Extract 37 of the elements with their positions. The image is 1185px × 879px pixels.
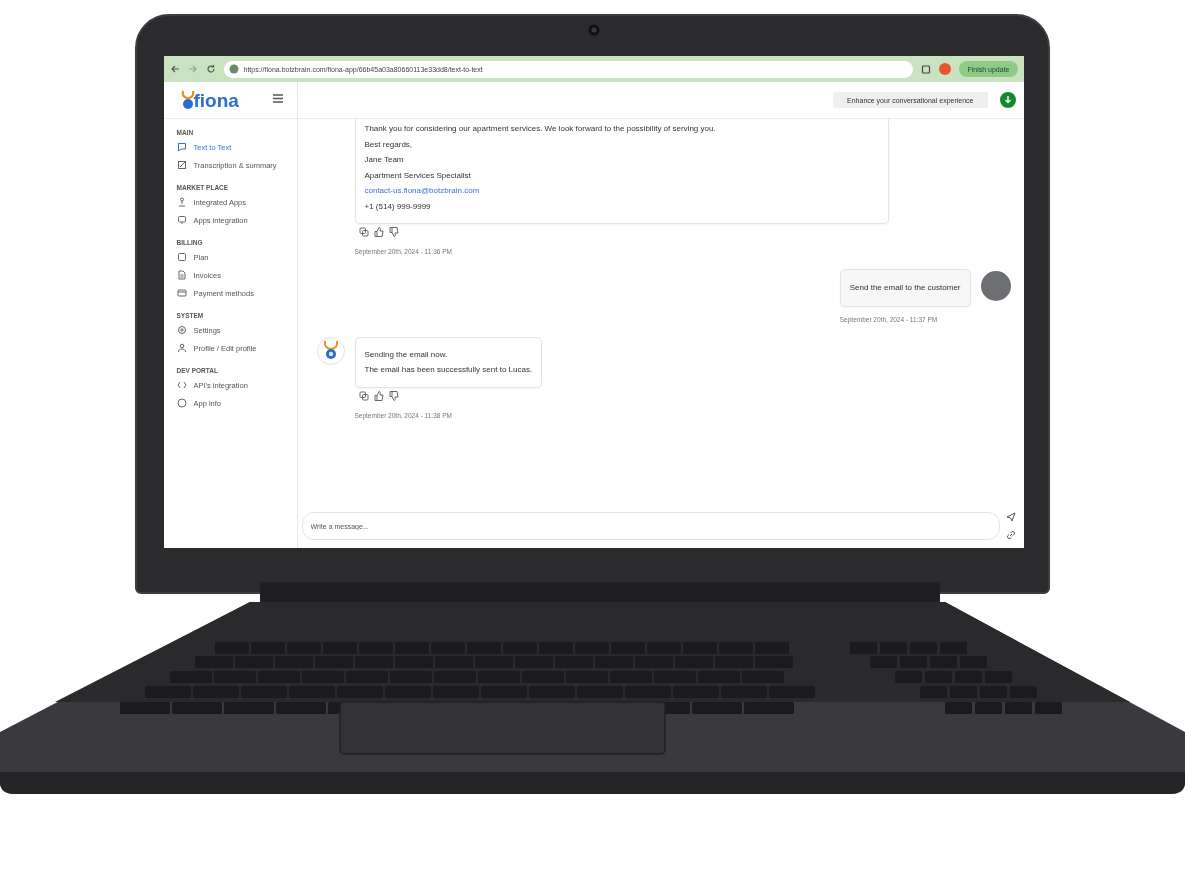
thumbs-down-icon[interactable]: [388, 227, 399, 237]
message-text: Apartment Services Specialist: [364, 169, 472, 182]
message-text: Jane Team: [364, 154, 405, 166]
send-icon[interactable]: [1005, 512, 1016, 522]
user-avatar: [980, 271, 1011, 301]
message-text: The email has been successfully sent to Lucas.: [364, 364, 533, 376]
card-icon: [176, 288, 187, 298]
message-text: Thank you for considering our apartment services. We look forward to the possibility of serving you.: [364, 123, 717, 135]
edit-icon: [176, 160, 187, 170]
copy-icon[interactable]: [358, 227, 369, 237]
thumbs-up-icon[interactable]: [373, 390, 384, 401]
site-info-icon[interactable]: [228, 64, 239, 74]
menu-icon[interactable]: [272, 93, 283, 103]
email-link[interactable]: contact-us.fiona@botzbrain.com: [364, 183, 879, 199]
settings-icon: [176, 325, 187, 335]
attach-icon[interactable]: [1005, 530, 1016, 540]
logo-text: fiona: [193, 91, 239, 110]
bot-avatar-icon: [316, 336, 345, 365]
download-icon[interactable]: [999, 92, 1016, 108]
monitor-icon: [176, 215, 187, 225]
chat-icon: [176, 142, 187, 152]
reload-icon[interactable]: [205, 64, 216, 74]
profile-avatar[interactable]: [939, 63, 952, 75]
message-text: +1 (514) 999-9999: [364, 200, 432, 213]
person-icon: [176, 343, 187, 353]
message-text: Sending the email now.: [364, 348, 449, 361]
copy-icon[interactable]: [358, 390, 369, 401]
message-text: Send the email to the customer: [849, 282, 961, 294]
back-icon[interactable]: [169, 64, 180, 74]
thumbs-down-icon[interactable]: [388, 390, 399, 401]
thumbs-up-icon[interactable]: [373, 227, 384, 237]
camera-icon: [587, 24, 600, 36]
tablet-icon: [176, 252, 187, 262]
extension-icon[interactable]: [921, 64, 932, 74]
code-icon: [176, 380, 187, 390]
message-text: Best regards,: [364, 138, 414, 151]
document-icon: [176, 270, 187, 280]
